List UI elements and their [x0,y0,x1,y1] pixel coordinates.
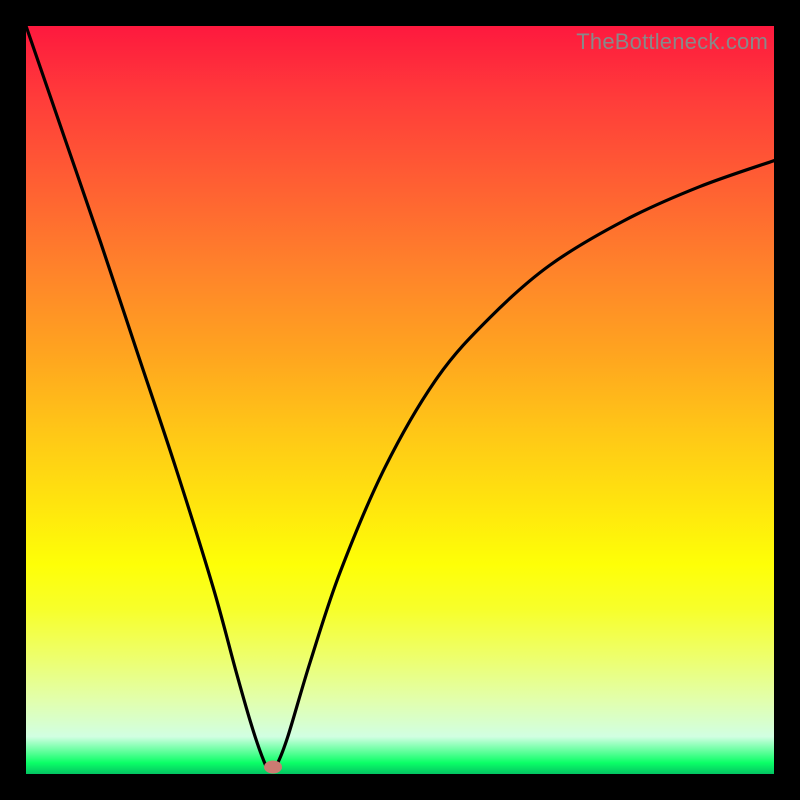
bottleneck-curve-path [26,26,774,771]
plot-area: TheBottleneck.com [26,26,774,774]
chart-container: { "watermark": "TheBottleneck.com", "cha… [0,0,800,800]
curve-svg [26,26,774,774]
min-marker [264,760,282,773]
